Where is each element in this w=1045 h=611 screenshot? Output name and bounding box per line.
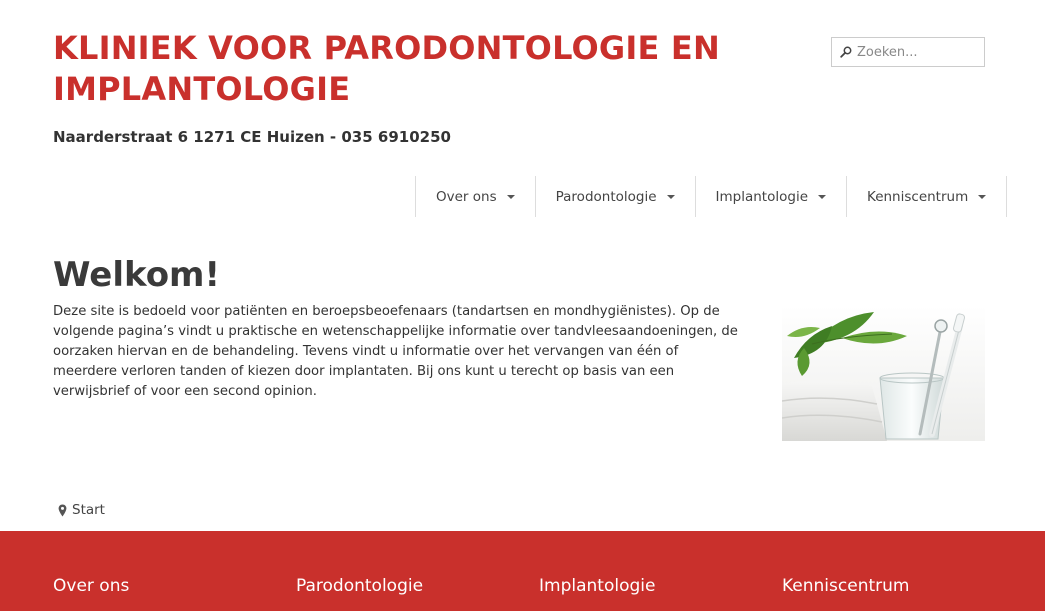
nav-item-over-ons[interactable]: Over ons (416, 176, 536, 217)
nav-item-kenniscentrum[interactable]: Kenniscentrum (847, 176, 1008, 217)
breadcrumb: Start (58, 502, 105, 518)
breadcrumb-start-link[interactable]: Start (72, 502, 105, 518)
nav-item-parodontologie[interactable]: Parodontologie (536, 176, 696, 217)
caret-down-icon (818, 194, 827, 199)
caret-down-icon (666, 194, 675, 199)
search-input[interactable] (857, 44, 982, 60)
footer: Over ons Parodontologie Implantologie Ke… (0, 531, 1045, 611)
map-marker-icon (58, 504, 67, 516)
footer-heading-parodontologie[interactable]: Parodontologie (296, 576, 423, 596)
caret-down-icon (506, 194, 515, 199)
caret-down-icon (978, 194, 987, 199)
footer-heading-over-ons[interactable]: Over ons (53, 576, 129, 596)
intro-paragraph: Deze site is bedoeld voor patiënten en b… (53, 304, 738, 399)
nav-item-label: Implantologie (715, 188, 809, 205)
main-nav: Over ons Parodontologie Implantologie Ke… (415, 176, 1008, 217)
nav-item-label: Over ons (436, 188, 497, 205)
nav-item-implantologie[interactable]: Implantologie (696, 176, 848, 217)
page-heading: Welkom! (53, 255, 220, 295)
dental-care-photo (782, 306, 985, 441)
footer-heading-implantologie[interactable]: Implantologie (539, 576, 655, 596)
nav-item-label: Kenniscentrum (867, 188, 969, 205)
footer-heading-kenniscentrum[interactable]: Kenniscentrum (782, 576, 909, 596)
site-title[interactable]: KLINIEK VOOR PARODONTOLOGIE EN IMPLANTOL… (53, 28, 773, 110)
search-icon (840, 46, 852, 58)
nav-item-label: Parodontologie (555, 188, 657, 205)
search-box[interactable] (831, 37, 985, 67)
address-line: Naarderstraat 6 1271 CE Huizen - 035 691… (53, 128, 451, 146)
